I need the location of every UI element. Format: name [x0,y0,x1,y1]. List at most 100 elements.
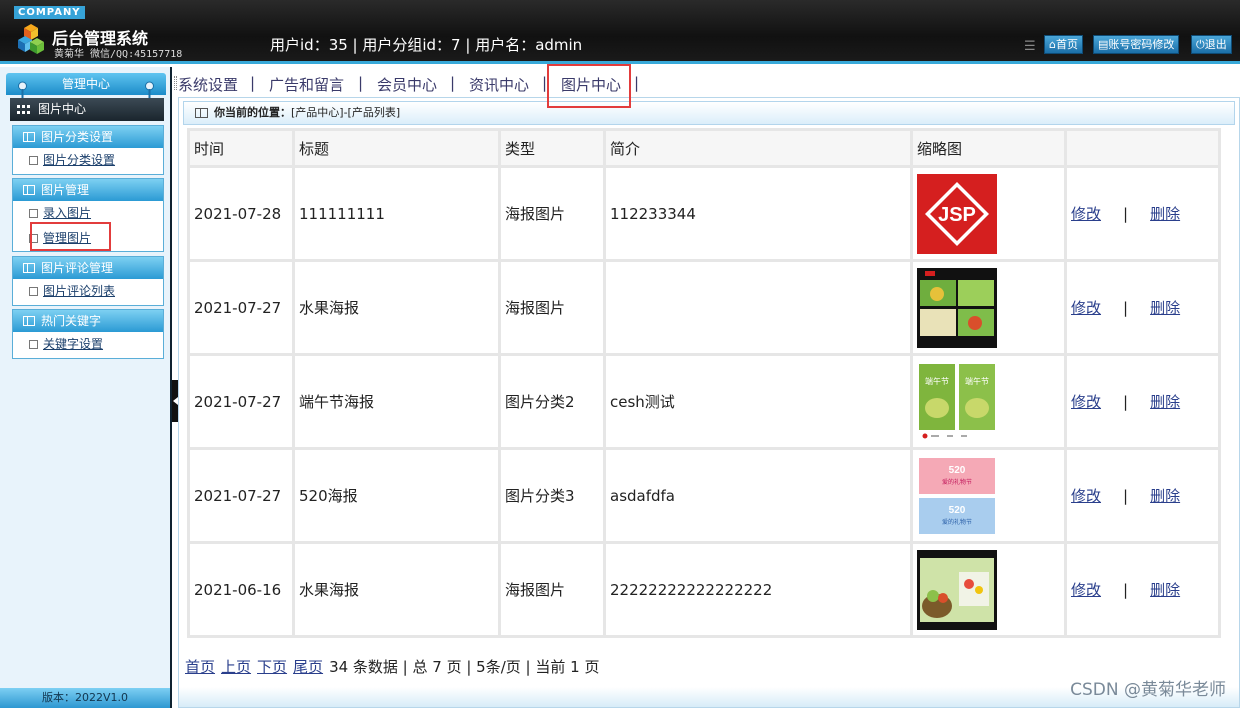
home-button[interactable]: ⌂首页 [1044,35,1083,54]
sidebar: 管理中心 图片中心 图片分类设置 图片分类设置 图片管理 录入图片 管理图片 图… [0,67,172,708]
next-page-link[interactable]: 下页 [257,658,287,676]
sidebar-item-category-settings[interactable]: 图片分类设置 [13,148,163,174]
svg-text:JSP: JSP [938,204,976,226]
image-table: 时间 标题 类型 简介 缩略图 2021-07-28 111111111 海报图… [187,128,1221,638]
edit-link[interactable]: 修改 [1071,581,1101,599]
delete-link[interactable]: 删除 [1150,581,1180,599]
cell-thumbnail [913,544,1064,635]
highlight-box-nav-images [547,64,631,108]
thumbnail-jsp-logo[interactable]: JSP [917,173,997,254]
sidebar-group-header[interactable]: 图片评论管理 [13,257,163,279]
page-icon [29,287,38,296]
sidebar-item-keyword-settings[interactable]: 关键字设置 [13,332,163,358]
change-password-button[interactable]: ▤账号密码修改 [1093,35,1180,54]
svg-text:爱的礼物节: 爱的礼物节 [942,518,972,526]
thumbnail-duanwu-poster[interactable]: 端午节 端午节 [917,361,997,442]
table-header-row: 时间 标题 类型 简介 缩略图 [190,131,1218,165]
svg-text:520: 520 [949,505,966,516]
table-row: 2021-07-28 111111111 海报图片 112233344 JSP … [190,168,1218,259]
logout-button[interactable]: ⏻退出 [1191,35,1232,54]
book-icon [23,263,35,273]
action-separator: | [1123,205,1129,223]
first-page-link[interactable]: 首页 [185,658,215,676]
sidebar-group-keywords: 热门关键字 关键字设置 [12,309,164,359]
cell-type: 海报图片 [501,262,603,353]
cell-date: 2021-07-27 [190,356,292,447]
cell-type: 图片分类2 [501,356,603,447]
action-separator: | [1123,487,1129,505]
cell-title: 水果海报 [295,262,498,353]
sidebar-title: 管理中心 [6,73,166,95]
svg-text:爱的礼物节: 爱的礼物节 [942,478,972,486]
svg-text:端午节: 端午节 [925,376,949,386]
sidebar-item-comment-list[interactable]: 图片评论列表 [13,279,163,305]
page-icon [29,209,38,218]
top-nav: 系统设置 | 广告和留言 | 会员中心 | 资讯中心 | 图片中心 | [174,67,1240,97]
cell-intro: asdafdfa [606,450,910,541]
breadcrumb: 你当前的位置：[产品中心]-[产品列表] [183,101,1235,125]
edit-link[interactable]: 修改 [1071,487,1101,505]
document-icon: ▤ [1098,38,1109,51]
book-icon [195,108,208,118]
table-row: 2021-07-27 520海报 图片分类3 asdafdfa 520 爱的礼物… [190,450,1218,541]
svg-text:端午节: 端午节 [965,376,989,386]
cell-intro [606,262,910,353]
menu-lines-icon: ☰ [1024,39,1036,54]
nav-item-system-settings[interactable]: 系统设置 [178,74,238,95]
column-header-intro: 简介 [606,131,910,165]
delete-link[interactable]: 删除 [1150,299,1180,317]
cell-thumbnail: JSP [913,168,1064,259]
pagination-summary: 34 条数据 | 总 7 页 | 5条/页 | 当前 1 页 [329,658,600,676]
cell-date: 2021-06-16 [190,544,292,635]
book-icon [23,316,35,326]
nav-item-news[interactable]: 资讯中心 [469,74,529,95]
cell-type: 海报图片 [501,168,603,259]
grid-icon [17,105,30,114]
watermark: CSDN @黄菊华老师 [1070,680,1226,700]
cell-actions: 修改 | 删除 [1067,356,1218,447]
delete-link[interactable]: 删除 [1150,205,1180,223]
thumbnail-fruit-poster-2[interactable] [917,549,997,630]
header-bar: COMPANY 后台管理系统 黄菊华 微信/QQ:45157718 用户id：3… [0,0,1240,64]
thumbnail-fruit-poster[interactable] [917,267,997,348]
table-row: 2021-06-16 水果海报 海报图片 22222222222222222 修… [190,544,1218,635]
sidebar-group-header[interactable]: 图片管理 [13,179,163,201]
book-icon [23,185,35,195]
highlight-box-manage-images [30,222,111,251]
cell-thumbnail: 端午节 端午节 [913,356,1064,447]
cell-thumbnail: 520 爱的礼物节 520 爱的礼物节 [913,450,1064,541]
page-icon [29,156,38,165]
edit-link[interactable]: 修改 [1071,393,1101,411]
sidebar-current-section: 图片中心 [10,98,164,121]
cell-actions: 修改 | 删除 [1067,544,1218,635]
nav-separator: | [358,74,364,92]
cell-title: 520海报 [295,450,498,541]
app-window: COMPANY 后台管理系统 黄菊华 微信/QQ:45157718 用户id：3… [0,0,1240,708]
sidebar-group-header[interactable]: 热门关键字 [13,310,163,332]
column-header-actions [1067,131,1218,165]
cell-actions: 修改 | 删除 [1067,450,1218,541]
table-row: 2021-07-27 端午节海报 图片分类2 cesh测试 端午节 端午节 修改… [190,356,1218,447]
prev-page-link[interactable]: 上页 [221,658,251,676]
action-separator: | [1123,581,1129,599]
delete-link[interactable]: 删除 [1150,487,1180,505]
delete-link[interactable]: 删除 [1150,393,1180,411]
cell-intro: cesh测试 [606,356,910,447]
edit-link[interactable]: 修改 [1071,205,1101,223]
cell-title: 111111111 [295,168,498,259]
cell-actions: 修改 | 删除 [1067,262,1218,353]
column-header-time: 时间 [190,131,292,165]
version-label: 版本：2022V1.0 [0,688,170,708]
cell-thumbnail [913,262,1064,353]
nav-item-ads-messages[interactable]: 广告和留言 [269,74,344,95]
sidebar-group-category: 图片分类设置 图片分类设置 [12,125,164,175]
thumbnail-520-poster[interactable]: 520 爱的礼物节 520 爱的礼物节 [917,455,997,536]
svg-text:520: 520 [949,465,966,476]
nav-item-members[interactable]: 会员中心 [377,74,437,95]
column-header-thumbnail: 缩略图 [913,131,1064,165]
column-header-title: 标题 [295,131,498,165]
power-icon: ⏻ [1196,38,1205,51]
edit-link[interactable]: 修改 [1071,299,1101,317]
last-page-link[interactable]: 尾页 [293,658,323,676]
sidebar-group-header[interactable]: 图片分类设置 [13,126,163,148]
